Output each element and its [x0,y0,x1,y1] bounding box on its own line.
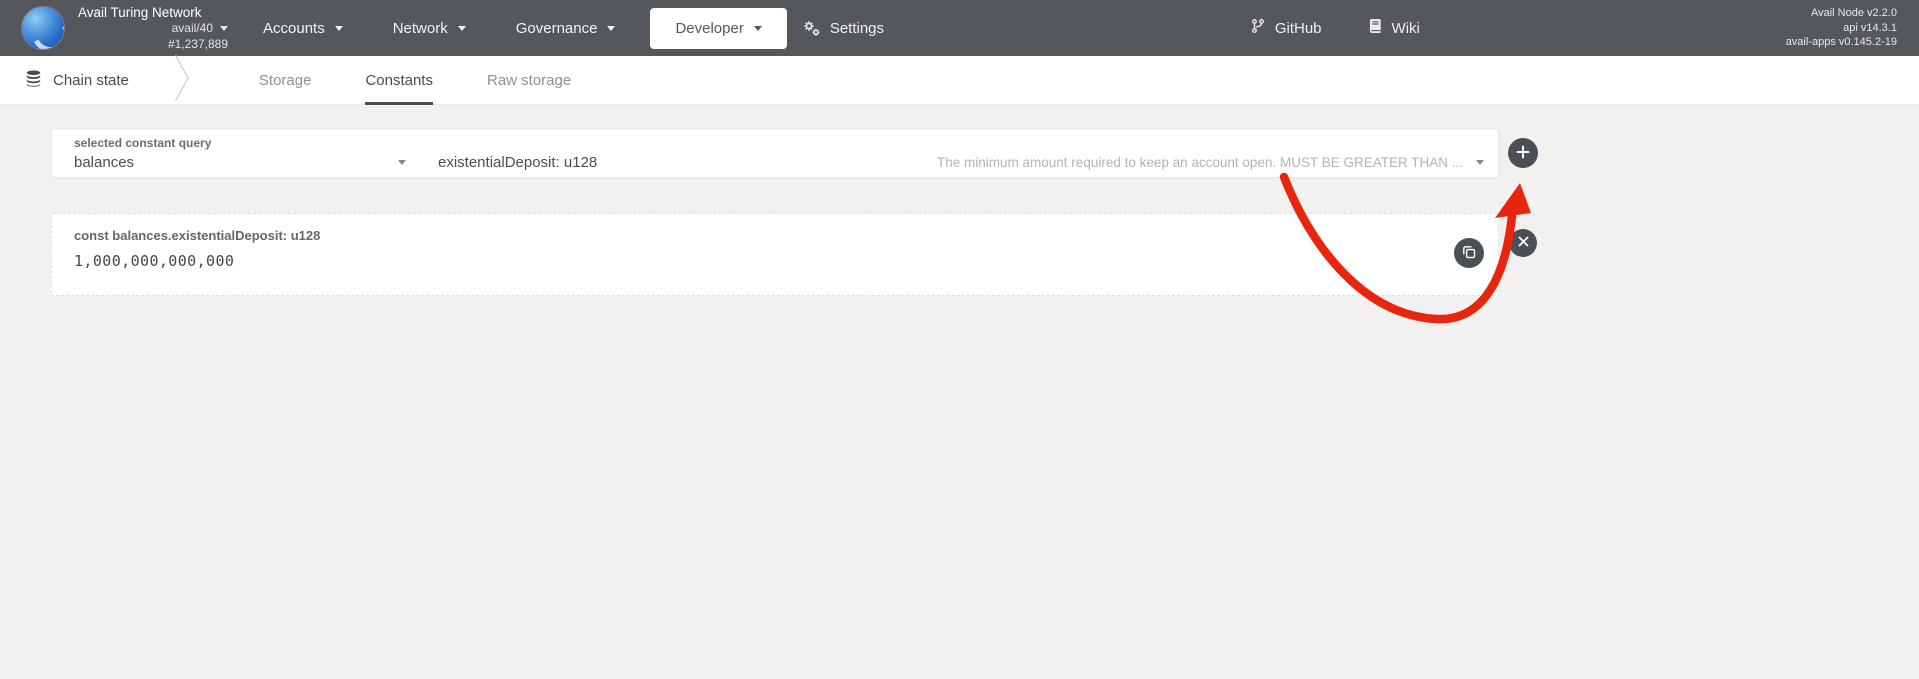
nav-label: Network [393,20,448,37]
tab-label: Raw storage [487,72,571,89]
nav-item-developer[interactable]: Developer [650,8,786,49]
tab-constants[interactable]: Constants [338,56,460,104]
chevron-down-icon [220,26,228,31]
chevron-down-icon [458,26,466,31]
tabs: Storage Constants Raw storage [232,56,598,104]
add-query-button[interactable] [1508,138,1538,168]
nav-item-governance[interactable]: Governance [491,0,641,56]
method-description: The minimum amount required to keep an a… [627,155,1463,170]
network-name: Avail Turing Network [78,4,228,22]
section-label: Chain state [53,72,129,89]
query-result-card: const balances.existentialDeposit: u128 … [51,213,1499,296]
nav-item-network[interactable]: Network [368,0,491,56]
copy-icon [1462,245,1476,262]
chevron-down-icon [335,26,343,31]
constant-query-card: selected constant query balances existen… [51,128,1499,178]
plus-icon [1515,144,1531,163]
version-info: Avail Node v2.2.0 api v14.3.1 avail-apps… [1786,6,1897,50]
external-links: GitHub Wiki [1250,18,1420,38]
pallet-select-value: balances [74,154,134,171]
settings-gears-icon [803,20,821,37]
avail-logo[interactable] [22,7,64,49]
tab-divider-chevron [174,54,190,107]
method-select[interactable]: existentialDeposit: u128 The minimum amo… [438,154,1484,171]
github-link[interactable]: GitHub [1250,18,1322,38]
section-chain-state[interactable]: Chain state [25,56,174,104]
block-number: #1,237,889 [78,37,228,53]
chevron-down-icon [398,160,406,165]
chain-selector-label: avail/40 [172,21,213,37]
apps-version: avail-apps v0.145.2-19 [1786,35,1897,50]
close-icon [1517,235,1530,251]
chain-selector[interactable]: avail/40 [78,21,228,37]
settings-button[interactable]: Settings [803,20,884,37]
database-icon [25,70,42,91]
chevron-down-icon [1476,160,1484,165]
tab-raw-storage[interactable]: Raw storage [460,56,598,104]
query-result-row: const balances.existentialDeposit: u128 … [51,213,1538,296]
node-version: Avail Node v2.2.0 [1786,6,1897,21]
main-nav: Accounts Network Governance Developer [238,0,884,56]
chevron-down-icon [607,26,615,31]
wiki-link[interactable]: Wiki [1368,18,1420,38]
copy-value-button[interactable] [1454,238,1484,268]
top-bar: Avail Turing Network avail/40 #1,237,889… [0,0,1919,56]
wiki-label: Wiki [1392,20,1420,37]
network-info: Avail Turing Network avail/40 #1,237,889 [78,4,228,53]
api-version: api v14.3.1 [1786,21,1897,36]
nav-label: Developer [675,20,743,37]
wiki-book-icon [1368,18,1383,38]
tab-storage[interactable]: Storage [232,56,339,104]
nav-label: Governance [516,20,598,37]
result-label: const balances.existentialDeposit: u128 [74,228,1476,243]
tab-label: Storage [259,72,312,89]
nav-label: Accounts [263,20,325,37]
nav-item-accounts[interactable]: Accounts [238,0,368,56]
remove-result-button[interactable] [1509,229,1537,257]
query-selects: balances existentialDeposit: u128 The mi… [74,154,1484,171]
method-select-value: existentialDeposit: u128 [438,154,597,171]
settings-label: Settings [830,20,884,37]
main-content: selected constant query balances existen… [0,105,1919,296]
git-branch-icon [1250,18,1266,38]
tab-label: Constants [365,72,433,89]
constant-query-row: selected constant query balances existen… [51,128,1538,178]
pallet-select[interactable]: balances [74,154,406,171]
github-label: GitHub [1275,20,1322,37]
query-label: selected constant query [74,136,1484,150]
chevron-down-icon [754,26,762,31]
tab-bar: Chain state Storage Constants Raw storag… [0,56,1919,105]
result-value: 1,000,000,000,000 [74,252,1476,270]
